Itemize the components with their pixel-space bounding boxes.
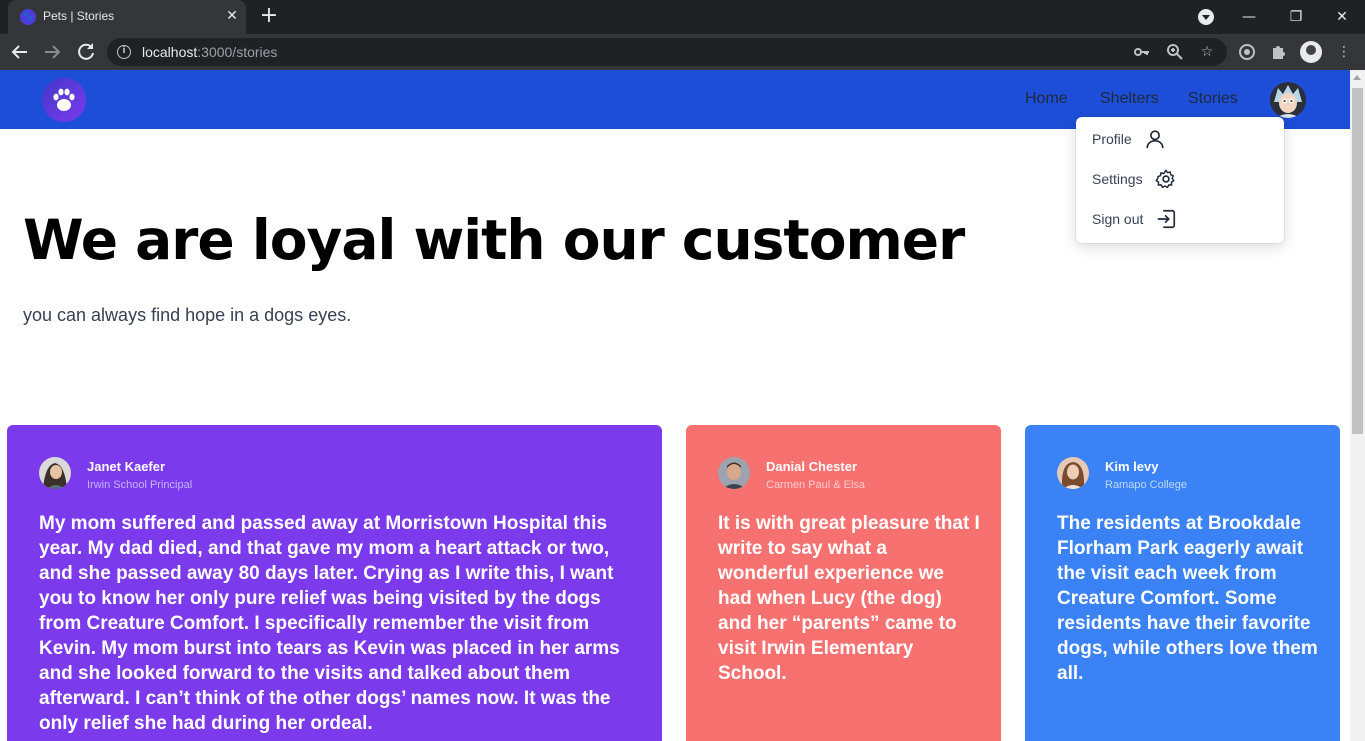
page-subtitle: you can always find hope in a dogs eyes. [23, 305, 352, 325]
menu-item-profile[interactable]: Profile [1092, 127, 1166, 151]
window-close-icon[interactable]: ✕ [1327, 6, 1357, 28]
scroll-up-arrow-icon[interactable] [1353, 75, 1361, 80]
gear-icon [1149, 168, 1177, 190]
tab-search-icon[interactable] [1198, 9, 1214, 25]
tab-title: Pets | Stories [43, 9, 115, 23]
new-tab-icon[interactable]: + [258, 5, 280, 28]
author-role: Ramapo College [1105, 479, 1187, 491]
menu-item-label: Settings [1092, 171, 1143, 187]
reload-icon[interactable] [74, 40, 98, 64]
menu-item-sign-out[interactable]: Sign out [1092, 207, 1177, 231]
restore-icon[interactable]: ❐ [1281, 6, 1311, 28]
nav-link-shelters[interactable]: Shelters [1100, 90, 1159, 108]
author-name: Kim levy [1105, 459, 1159, 474]
page-title: We are loyal with our customer [23, 208, 965, 272]
paw-favicon-icon: 🐾 [20, 9, 36, 25]
browser-profile-avatar[interactable] [1300, 41, 1322, 63]
address-bar[interactable]: i localhost:3000/stories ☆ [107, 38, 1227, 66]
browser-tab[interactable]: 🐾 Pets | Stories ✕ [8, 0, 246, 34]
menu-item-label: Profile [1092, 131, 1132, 147]
scrollbar-thumb[interactable] [1352, 88, 1363, 434]
story-quote: It is with great pleasure that I write t… [718, 513, 980, 684]
url-text: localhost:3000/stories [142, 44, 278, 60]
story-quote: The residents at Brookdale Florham Park … [1057, 513, 1318, 684]
extension-target-icon[interactable] [1237, 42, 1257, 62]
user-icon [1138, 128, 1166, 150]
author-role: Carmen Paul & Elsa [766, 479, 866, 491]
author-role: Irwin School Principal [87, 479, 193, 491]
minimize-icon[interactable]: — [1234, 6, 1264, 28]
page-viewport: Home Shelters Stories Profile Settings Sig… [0, 70, 1350, 741]
author-name: Janet Kaefer [87, 459, 166, 474]
key-icon[interactable] [1133, 43, 1151, 61]
site-info-icon[interactable]: i [117, 45, 131, 59]
menu-item-settings[interactable]: Settings [1092, 167, 1177, 191]
paw-logo-icon[interactable] [42, 78, 86, 122]
story-card: Kim levy Ramapo College The residents at… [1025, 425, 1340, 741]
user-avatar[interactable] [1270, 82, 1306, 118]
more-menu-icon[interactable]: ⋮ [1334, 42, 1354, 62]
author-name: Danial Chester [766, 459, 858, 474]
tab-close-icon[interactable]: ✕ [224, 8, 240, 24]
page-scrollbar[interactable] [1350, 70, 1365, 741]
story-card: Danial Chester Carmen Paul & Elsa It is … [686, 425, 1001, 741]
author-avatar [718, 457, 750, 489]
menu-item-label: Sign out [1092, 211, 1144, 227]
story-card: Janet Kaefer Irwin School Principal My m… [7, 425, 662, 741]
nav-link-home[interactable]: Home [1025, 90, 1068, 108]
bookmark-star-icon[interactable]: ☆ [1198, 43, 1216, 61]
browser-toolbar: i localhost:3000/stories ☆ ⋮ [0, 34, 1365, 70]
story-quote: My mom suffered and passed away at Morri… [39, 513, 620, 734]
author-avatar [1057, 457, 1089, 489]
forward-arrow-icon[interactable] [40, 40, 64, 64]
user-dropdown-menu: Profile Settings Sign out [1076, 117, 1284, 243]
back-arrow-icon[interactable] [8, 40, 32, 64]
sign-out-icon [1149, 208, 1177, 230]
author-avatar [39, 457, 71, 489]
browser-tab-strip: 🐾 Pets | Stories ✕ + — ❐ ✕ [0, 0, 1365, 34]
extensions-puzzle-icon[interactable] [1269, 42, 1289, 62]
zoom-icon[interactable] [1166, 43, 1184, 61]
nav-link-stories[interactable]: Stories [1188, 90, 1238, 108]
